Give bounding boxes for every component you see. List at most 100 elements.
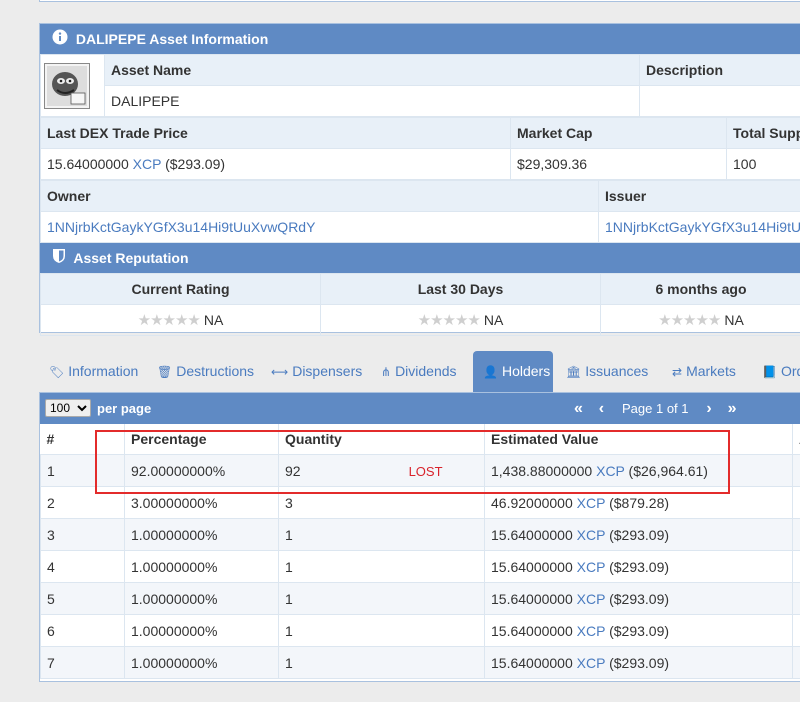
row-percentage: 1.00000000% bbox=[124, 518, 279, 551]
table-row: 51.00000000%115.64000000 XCP ($293.09)1 bbox=[40, 582, 800, 615]
prev-page-button[interactable]: ‹ bbox=[593, 393, 610, 424]
value-currency-link[interactable]: XCP bbox=[577, 623, 606, 639]
holders-header-row: # Percentage Quantity Estimated Value A bbox=[40, 424, 800, 455]
sitemap-icon: ⋔ bbox=[381, 365, 392, 379]
first-page-button[interactable]: « bbox=[568, 393, 589, 424]
reputation-heading: Asset Reputation bbox=[40, 243, 800, 273]
description-label: Description bbox=[639, 54, 800, 86]
last-page-button[interactable]: » bbox=[722, 393, 743, 424]
asset-name-value: DALIPEPE bbox=[104, 85, 640, 117]
row-quantity-text: 1 bbox=[285, 558, 293, 575]
row-percentage: 1.00000000% bbox=[124, 646, 279, 679]
six-months-value: ★★★★★ NA bbox=[600, 304, 800, 336]
row-percentage: 92.00000000% bbox=[124, 454, 279, 487]
row-percentage: 1.00000000% bbox=[124, 582, 279, 615]
value-amount: 15.64000000 bbox=[491, 558, 573, 575]
price-currency-link[interactable]: XCP bbox=[133, 156, 162, 172]
star-rating-icon: ★★★★★ bbox=[417, 312, 481, 329]
issuer-address-link[interactable]: 1NNjrbKctGaykYGfX3u14Hi9tU bbox=[605, 219, 800, 235]
asset-info-panel: DALIPEPE Asset Information Asset Name De… bbox=[39, 23, 800, 336]
asset-avatar bbox=[44, 62, 90, 109]
tab-destructions[interactable]: 🗑 Destructions bbox=[147, 351, 264, 392]
tab-information[interactable]: 🏷 Information bbox=[39, 351, 148, 392]
value-currency-link[interactable]: XCP bbox=[596, 463, 625, 479]
col-address: A bbox=[792, 424, 800, 455]
table-row: 71.00000000%115.64000000 XCP ($293.09)1 bbox=[40, 646, 800, 679]
tab-dividends[interactable]: ⋔ Dividends bbox=[371, 351, 467, 392]
tab-holders[interactable]: 👤 Holders bbox=[473, 351, 553, 392]
pager: « ‹ Page 1 of 1 › » bbox=[568, 393, 743, 424]
last-dex-price-label: Last DEX Trade Price bbox=[40, 117, 511, 149]
reputation-title: Asset Reputation bbox=[73, 250, 189, 266]
value-currency-link[interactable]: XCP bbox=[577, 495, 606, 511]
table-row: 23.00000000%346.92000000 XCP ($879.28)1 bbox=[40, 486, 800, 519]
row-estimated-value: 46.92000000 XCP ($879.28) bbox=[484, 486, 793, 519]
col-index: # bbox=[40, 424, 125, 455]
last-30-days-value: ★★★★★ NA bbox=[320, 304, 601, 336]
next-page-button[interactable]: › bbox=[700, 393, 717, 424]
tab-orders[interactable]: 📘Ord bbox=[752, 351, 800, 392]
value-currency-link[interactable]: XCP bbox=[577, 527, 606, 543]
row-estimated-value: 15.64000000 XCP ($293.09) bbox=[484, 646, 793, 679]
value-amount: 15.64000000 bbox=[491, 654, 573, 671]
value-currency-link[interactable]: XCP bbox=[577, 591, 606, 607]
last-30-days-text: NA bbox=[483, 312, 504, 328]
row-percentage: 3.00000000% bbox=[124, 486, 279, 519]
price-amount: 15.64000000 bbox=[47, 156, 129, 172]
row-index: 4 bbox=[40, 550, 125, 583]
price-table: Last DEX Trade Price Market Cap Total Su… bbox=[40, 117, 800, 180]
pepe-image-icon bbox=[47, 65, 87, 106]
row-quantity-text: 1 bbox=[285, 654, 293, 671]
previous-panel-bottom bbox=[39, 0, 800, 2]
tab-label: Ord bbox=[780, 363, 800, 379]
asset-name-table: Asset Name Description DALIPEPE bbox=[40, 54, 800, 117]
asset-info-heading: DALIPEPE Asset Information bbox=[40, 24, 800, 54]
owner-table: Owner Issuer 1NNjrbKctGaykYGfX3u14Hi9tUu… bbox=[40, 180, 800, 243]
value-usd: ($293.09) bbox=[609, 654, 670, 671]
row-quantity: 3 bbox=[278, 486, 485, 519]
asset-tabs: 🏷 Information 🗑 Destructions ⟷ Dispensers ⋔… bbox=[39, 351, 800, 392]
tab-label: Dividends bbox=[395, 363, 457, 379]
tab-markets[interactable]: ⇄ Markets bbox=[662, 351, 746, 392]
row-quantity: 1 bbox=[278, 518, 485, 551]
holders-table: # Percentage Quantity Estimated Value A … bbox=[40, 424, 800, 679]
arrows-h-icon: ⟷ bbox=[271, 365, 289, 379]
row-quantity-text: 3 bbox=[285, 494, 293, 511]
total-supply-label: Total Supp bbox=[726, 117, 800, 149]
value-currency-link[interactable]: XCP bbox=[577, 655, 606, 671]
row-percentage: 1.00000000% bbox=[124, 614, 279, 647]
per-page-select[interactable]: 100 bbox=[45, 399, 91, 417]
col-quantity: Quantity bbox=[278, 424, 485, 455]
asset-avatar-cell bbox=[40, 54, 105, 117]
user-icon: 👤 bbox=[483, 365, 498, 379]
tag-icon: 🏷 bbox=[49, 365, 65, 379]
value-usd: ($26,964.61) bbox=[628, 462, 708, 479]
col-percentage: Percentage bbox=[124, 424, 279, 455]
row-index: 6 bbox=[40, 614, 125, 647]
row-index: 2 bbox=[40, 486, 125, 519]
tab-dispensers[interactable]: ⟷ Dispensers bbox=[261, 351, 372, 392]
row-quantity-text: 1 bbox=[285, 622, 293, 639]
value-currency-link[interactable]: XCP bbox=[577, 559, 606, 575]
row-estimated-value: 15.64000000 XCP ($293.09) bbox=[484, 550, 793, 583]
row-index: 7 bbox=[40, 646, 125, 679]
bank-icon: 🏛 bbox=[566, 365, 582, 379]
row-address: 1 bbox=[792, 550, 800, 583]
row-index: 5 bbox=[40, 582, 125, 615]
row-address: 1 bbox=[792, 646, 800, 679]
value-amount: 15.64000000 bbox=[491, 622, 573, 639]
row-estimated-value: 15.64000000 XCP ($293.09) bbox=[484, 582, 793, 615]
last-dex-price-value: 15.64000000 XCP ($293.09) bbox=[40, 148, 511, 180]
page-indicator: Page 1 of 1 bbox=[622, 401, 689, 416]
current-rating-value: ★★★★★ NA bbox=[40, 304, 321, 336]
trash-icon: 🗑 bbox=[157, 365, 173, 379]
price-usd: ($293.09) bbox=[165, 156, 226, 172]
table-row: 61.00000000%115.64000000 XCP ($293.09)1 bbox=[40, 614, 800, 647]
six-months-label: 6 months ago bbox=[600, 273, 800, 305]
value-usd: ($293.09) bbox=[609, 526, 670, 543]
row-percentage: 1.00000000% bbox=[124, 550, 279, 583]
owner-address-link[interactable]: 1NNjrbKctGaykYGfX3u14Hi9tUuXvwQRdY bbox=[47, 219, 315, 235]
market-cap-label: Market Cap bbox=[510, 117, 727, 149]
tab-issuances[interactable]: 🏛 Issuances bbox=[556, 351, 658, 392]
tab-label: Destructions bbox=[176, 363, 255, 379]
